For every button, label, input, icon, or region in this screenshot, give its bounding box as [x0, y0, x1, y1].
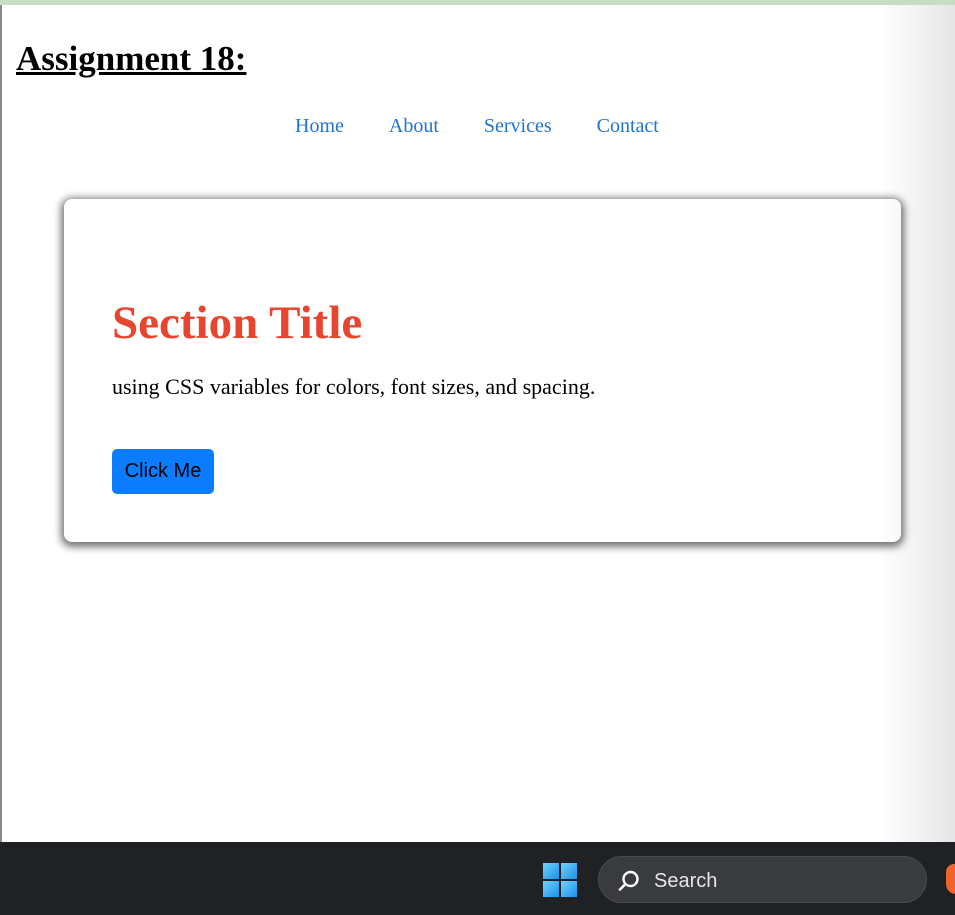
nav-link-contact[interactable]: Contact — [597, 113, 659, 139]
windows-start-icon[interactable] — [543, 863, 578, 898]
taskbar: Search — [0, 842, 955, 915]
content-card: Section Title using CSS variables for co… — [64, 199, 901, 542]
nav-link-about[interactable]: About — [389, 113, 439, 139]
page-title: Assignment 18: — [16, 39, 247, 78]
brave-browser-icon[interactable] — [946, 864, 955, 894]
section-text: using CSS variables for colors, font siz… — [112, 374, 596, 399]
search-label: Search — [654, 870, 718, 892]
browser-viewport: Assignment 18: Home About Services Conta… — [0, 5, 955, 842]
section-title: Section Title — [112, 297, 363, 349]
main-nav: Home About Services Contact — [295, 113, 704, 139]
nav-link-services[interactable]: Services — [484, 113, 552, 139]
taskbar-search-box[interactable]: Search — [598, 856, 927, 903]
nav-link-home[interactable]: Home — [295, 113, 344, 139]
search-icon — [618, 870, 639, 891]
click-me-button[interactable]: Click Me — [112, 449, 214, 494]
